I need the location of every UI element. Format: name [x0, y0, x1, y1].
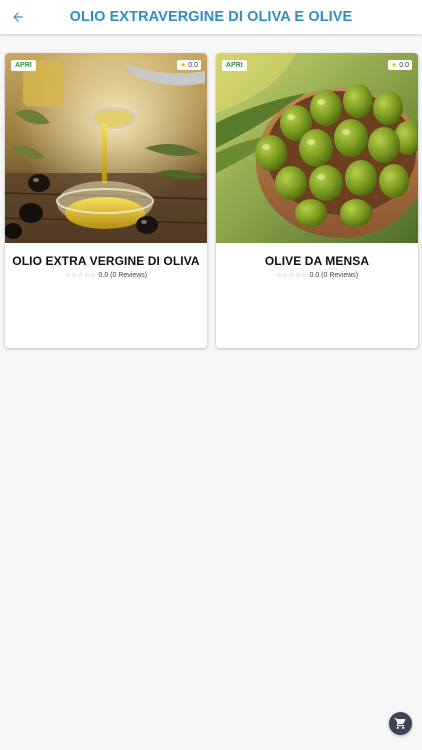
rating-badge-value: 0.0 [188, 61, 198, 69]
rating-text: 0.0 (0 Reviews) [98, 271, 148, 279]
cart-icon [394, 718, 406, 729]
arrow-left-icon [13, 12, 23, 22]
back-button[interactable] [6, 5, 30, 29]
star-icon: ★ [179, 62, 187, 69]
cart-button[interactable] [389, 712, 412, 735]
app-bar: OLIO EXTRAVERGINE DI OLIVA E OLIVE [0, 0, 422, 34]
product-rating: ☆☆☆☆☆ 0.0 (0 Reviews) [5, 271, 207, 280]
product-card[interactable]: APRI ★ 0.0 OLIO EXTRA VERGINE DI OLIVA ☆… [5, 53, 207, 348]
product-name: OLIO EXTRA VERGINE DI OLIVA [12, 254, 200, 268]
open-badge: APRI [11, 60, 36, 71]
stars-icon: ☆☆☆☆☆ [275, 272, 308, 279]
rating-badge: ★ 0.0 [387, 60, 412, 70]
rating-badge-value: 0.0 [399, 61, 409, 69]
stars-icon: ☆☆☆☆☆ [64, 272, 97, 279]
product-card[interactable]: APRI ★ 0.0 OLIVE DA MENSA ☆☆☆☆☆ 0.0 (0 R… [216, 53, 418, 348]
green-olives-bowl-image [216, 53, 418, 243]
rating-badge: ★ 0.0 [176, 60, 201, 70]
open-badge: APRI [222, 60, 247, 71]
product-name: OLIVE DA MENSA [264, 254, 370, 268]
product-grid: APRI ★ 0.0 OLIO EXTRA VERGINE DI OLIVA ☆… [5, 53, 418, 348]
rating-text: 0.0 (0 Reviews) [309, 271, 359, 279]
product-rating: ☆☆☆☆☆ 0.0 (0 Reviews) [216, 271, 418, 280]
page-title: OLIO EXTRAVERGINE DI OLIVA E OLIVE [69, 9, 353, 25]
olive-oil-pouring-image [5, 53, 207, 243]
star-icon: ★ [390, 62, 398, 69]
